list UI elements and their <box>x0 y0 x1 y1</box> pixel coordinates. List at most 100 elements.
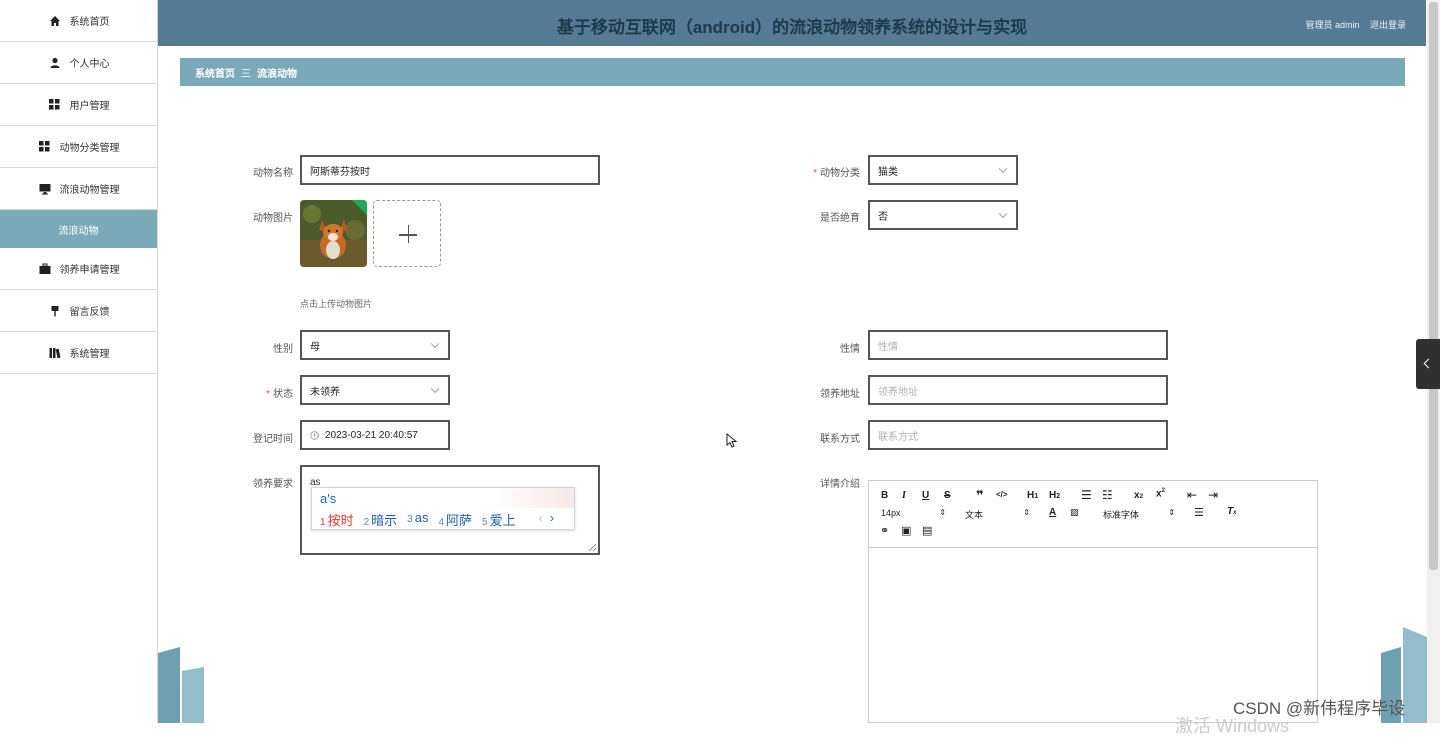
clear-format-icon[interactable]: Tx <box>1227 506 1236 517</box>
superscript-icon[interactable]: x2 <box>1156 488 1165 499</box>
ime-candidate-window: a's 1 按时 2 暗示 3 as 4 阿萨 5 爱上 ‹ › <box>311 487 575 530</box>
ime-prev-button[interactable]: ‹ <box>539 511 543 525</box>
ime-candidate[interactable]: 4 阿萨 <box>438 510 472 529</box>
ordered-list-icon[interactable]: ☰ <box>1081 488 1092 502</box>
gender-select[interactable]: 母 <box>300 330 450 360</box>
briefcase-icon <box>38 262 52 276</box>
bullet-list-icon[interactable]: ☷ <box>1102 488 1113 502</box>
logout-link[interactable]: 退出登录 <box>1370 20 1406 30</box>
sidebar-item-system[interactable]: 系统管理 <box>0 332 157 374</box>
animal-category-select[interactable]: 猫类 <box>868 155 1018 185</box>
detail-label: 详情介绍 <box>820 479 860 490</box>
ime-candidate[interactable]: 2 暗示 <box>364 510 398 529</box>
sidebar-item-users[interactable]: 用户管理 <box>0 84 157 126</box>
sidebar-item-label: 系统管理 <box>69 349 110 360</box>
font-color-icon[interactable]: A <box>1049 507 1056 518</box>
subscript-icon[interactable]: x2 <box>1134 490 1143 501</box>
ime-candidate[interactable]: 5 爱上 <box>482 510 516 529</box>
ime-candidates: 1 按时 2 暗示 3 as 4 阿萨 5 爱上 <box>320 510 516 529</box>
sidebar-item-stray[interactable]: 流浪动物管理 <box>0 168 157 210</box>
animal-name-value: 阿斯蒂芬按时 <box>310 166 370 178</box>
category-value: 猫类 <box>878 166 898 178</box>
chevron-down-icon <box>430 339 440 349</box>
heading1-icon[interactable]: H1 <box>1027 490 1038 501</box>
top-header: 基于移动互联网（android）的流浪动物领养系统的设计与实现 管理员 admi… <box>158 0 1426 46</box>
requirement-label: 领养要求 <box>253 479 293 490</box>
contact-input[interactable]: 联系方式 <box>868 420 1168 450</box>
ime-candidate[interactable]: 1 按时 <box>320 510 354 529</box>
underline-icon[interactable]: U <box>922 490 929 501</box>
register-time-picker[interactable]: 2023-03-21 20:40:57 <box>300 420 450 450</box>
address-label: 领养地址 <box>820 389 860 400</box>
heading2-icon[interactable]: H2 <box>1049 490 1060 501</box>
address-input[interactable]: 领养地址 <box>868 375 1168 405</box>
upload-photo-button[interactable] <box>373 200 441 267</box>
status-select[interactable]: 未领养 <box>300 375 450 405</box>
breadcrumb-home[interactable]: 系统首页 <box>195 65 235 80</box>
header-user-area: 管理员 admin 退出登录 <box>1297 18 1406 31</box>
clock-icon <box>310 430 319 440</box>
chevron-down-icon <box>998 209 1008 219</box>
status-label: * 状态 <box>266 389 293 400</box>
code-block-icon[interactable]: </> <box>996 490 1008 499</box>
updown-icon: ⇕ <box>1023 508 1030 517</box>
sidebar-item-profile[interactable]: 个人中心 <box>0 42 157 84</box>
temper-label: 性情 <box>840 344 860 355</box>
blockquote-icon[interactable]: ❞ <box>976 488 984 504</box>
gender-value: 母 <box>310 341 320 353</box>
sidebar-item-feedback[interactable]: 留言反馈 <box>0 290 157 332</box>
ime-candidate[interactable]: 3 as <box>407 510 428 529</box>
background-color-icon[interactable]: ▨ <box>1070 507 1079 518</box>
register-time-label: 登记时间 <box>253 434 293 445</box>
library-icon <box>48 346 62 360</box>
chevron-down-icon <box>998 164 1008 174</box>
sidebar-subitem-stray-animal[interactable]: 流浪动物 <box>0 210 157 248</box>
breadcrumb: 系统首页 三 流浪动物 <box>180 58 1405 86</box>
animal-photo-label: 动物图片 <box>253 213 293 224</box>
sidebar-item-label: 个人中心 <box>69 59 110 70</box>
animal-name-input[interactable]: 阿斯蒂芬按时 <box>300 155 600 185</box>
outdent-icon[interactable]: ⇤ <box>1187 488 1197 502</box>
collapse-panel-button[interactable] <box>1416 339 1440 389</box>
csdn-watermark: CSDN @新伟程序毕设 <box>1233 699 1406 718</box>
chevron-down-icon <box>430 384 440 394</box>
resize-handle[interactable] <box>589 544 596 551</box>
ime-decoration <box>494 488 574 508</box>
grid-icon <box>38 140 52 154</box>
home-icon <box>48 14 62 28</box>
animal-name-label: 动物名称 <box>253 168 293 179</box>
sidebar-item-label: 用户管理 <box>69 101 110 112</box>
align-icon[interactable]: ☰ <box>1194 506 1204 519</box>
user-icon <box>48 56 62 70</box>
gender-label: 性别 <box>273 344 293 355</box>
sidebar-item-category[interactable]: 动物分类管理 <box>0 126 157 168</box>
status-label-text: 状态 <box>273 389 293 400</box>
updown-icon: ⇕ <box>939 508 946 517</box>
sidebar-item-label: 留言反馈 <box>69 307 110 318</box>
breadcrumb-current: 流浪动物 <box>257 68 297 80</box>
sidebar-item-home[interactable]: 系统首页 <box>0 0 157 42</box>
sidebar-item-label: 动物分类管理 <box>59 143 120 154</box>
sterilized-label: 是否绝育 <box>820 213 860 224</box>
site-title: 基于移动互联网（android）的流浪动物领养系统的设计与实现 <box>556 18 1028 37</box>
upload-hint: 点击上传动物图片 <box>300 299 373 309</box>
animal-photo-thumbnail[interactable] <box>300 200 367 267</box>
ime-next-button[interactable]: › <box>550 511 554 525</box>
sterilized-select[interactable]: 否 <box>868 200 1018 230</box>
indent-icon[interactable]: ⇥ <box>1208 488 1218 502</box>
scrollbar-thumb[interactable] <box>1429 2 1438 570</box>
video-icon[interactable]: ▤ <box>922 524 932 537</box>
bold-icon[interactable]: B <box>881 490 888 501</box>
temper-placeholder: 性情 <box>878 341 898 353</box>
strike-icon[interactable]: S <box>944 490 951 501</box>
editor-toolbar: B I U S ❞ </> H1 H2 ☰ ☷ x2 x2 ⇤ ⇥ 14px ⇕ … <box>869 481 1317 548</box>
text-type-select[interactable]: 文本 ⇕ <box>965 508 1030 521</box>
sidebar-item-adoption[interactable]: 领养申请管理 <box>0 248 157 290</box>
italic-icon[interactable]: I <box>902 490 906 501</box>
status-value: 未领养 <box>310 386 340 398</box>
font-family-select[interactable]: 标准字体 ⇕ <box>1103 508 1175 521</box>
image-icon[interactable]: ▣ <box>901 524 911 537</box>
temper-input[interactable]: 性情 <box>868 330 1168 360</box>
font-size-select[interactable]: 14px ⇕ <box>881 508 946 518</box>
link-icon[interactable]: ⚭ <box>880 524 889 537</box>
